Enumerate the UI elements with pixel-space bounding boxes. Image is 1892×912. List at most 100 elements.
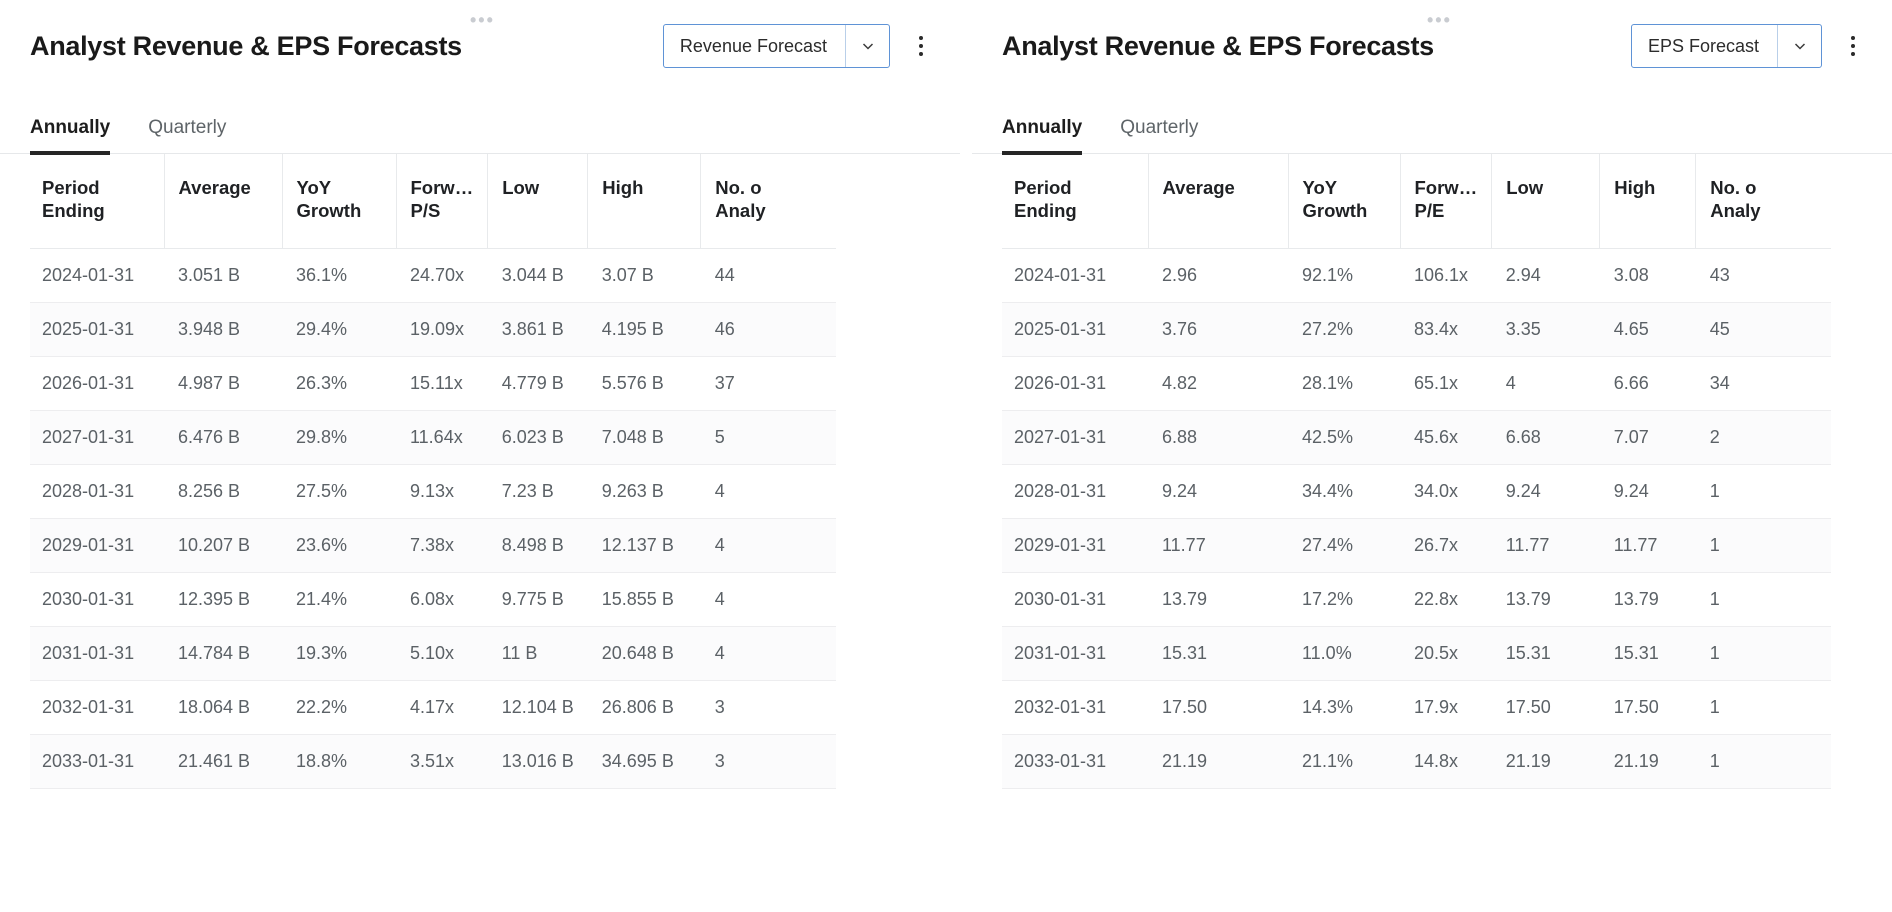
table-row[interactable]: 2027-01-31 6.88 42.5% 45.6x 6.68 7.07 2 <box>1002 410 1831 465</box>
table-row[interactable]: 2031-01-31 15.31 11.0% 20.5x 15.31 15.31 1 <box>1002 626 1831 681</box>
column-header-average[interactable]: Average <box>1147 154 1288 249</box>
cell-period-ending: 2026-01-31 <box>1002 356 1148 411</box>
column-header-low[interactable]: Low <box>487 154 588 249</box>
cell-yoy-growth: 23.6% <box>282 518 396 573</box>
cell-high: 13.79 <box>1599 572 1696 627</box>
cell-forward-multiple: 14.8x <box>1400 734 1492 789</box>
forecast-type-select[interactable]: EPS Forecast <box>1630 24 1822 68</box>
forecast-table-wrapper[interactable]: Period Ending Average YoY Growth Forw… P… <box>972 154 1892 789</box>
column-header-low[interactable]: Low <box>1491 154 1600 249</box>
forecast-type-select[interactable]: Revenue Forecast <box>662 24 890 68</box>
cell-low: 4 <box>1491 356 1600 411</box>
cell-period-ending: 2030-01-31 <box>1002 572 1148 627</box>
header-line-2: Ending <box>42 200 105 221</box>
cell-period-ending: 2032-01-31 <box>1002 680 1148 735</box>
panel-header: ••• Analyst Revenue & EPS Forecasts Reve… <box>0 0 960 92</box>
table-row[interactable]: 2028-01-31 9.24 34.4% 34.0x 9.24 9.24 1 <box>1002 464 1831 519</box>
revenue-forecast-panel: ••• Analyst Revenue & EPS Forecasts Reve… <box>0 0 960 912</box>
cell-forward-multiple: 7.38x <box>396 518 488 573</box>
column-header-period-ending[interactable]: Period Ending <box>1002 154 1148 249</box>
table-row[interactable]: 2031-01-31 14.784 B 19.3% 5.10x 11 B 20.648 B… <box>30 626 836 681</box>
tab-quarterly[interactable]: Quarterly <box>148 117 226 153</box>
cell-high: 4.195 B <box>587 302 701 357</box>
column-header-high[interactable]: High <box>1599 154 1696 249</box>
table-row[interactable]: 2029-01-31 10.207 B 23.6% 7.38x 8.498 B 12.13… <box>30 518 836 573</box>
table-row[interactable]: 2033-01-31 21.461 B 18.8% 3.51x 13.016 B 34.6… <box>30 734 836 789</box>
panel-separator <box>960 0 961 912</box>
table-row[interactable]: 2032-01-31 18.064 B 22.2% 4.17x 12.104 B 26.8… <box>30 680 836 735</box>
header-line-1: Low <box>502 177 540 198</box>
cell-yoy-growth: 29.8% <box>282 410 396 465</box>
cell-average: 2.96 <box>1148 248 1288 303</box>
table-row[interactable]: 2032-01-31 17.50 14.3% 17.9x 17.50 17.50 1 <box>1002 680 1831 735</box>
cell-average: 4.987 B <box>164 356 282 411</box>
cell-high: 5.576 B <box>587 356 701 411</box>
cell-low: 7.23 B <box>487 464 588 519</box>
cell-no-of-analysts: 4 <box>700 464 836 519</box>
cell-period-ending: 2024-01-31 <box>30 248 164 303</box>
cell-average: 12.395 B <box>164 572 282 627</box>
table-row[interactable]: 2027-01-31 6.476 B 29.8% 11.64x 6.023 B 7.048… <box>30 410 836 465</box>
chevron-down-icon[interactable] <box>845 25 889 67</box>
table-row[interactable]: 2026-01-31 4.82 28.1% 65.1x 4 6.66 34 <box>1002 356 1831 411</box>
cell-period-ending: 2025-01-31 <box>30 302 164 357</box>
table-row[interactable]: 2025-01-31 3.76 27.2% 83.4x 3.35 4.65 45 <box>1002 302 1831 357</box>
cell-no-of-analysts: 34 <box>1695 356 1831 411</box>
chevron-down-icon[interactable] <box>1777 25 1821 67</box>
cell-yoy-growth: 27.4% <box>1288 518 1400 573</box>
tab-annually[interactable]: Annually <box>1002 117 1083 155</box>
column-header-period-ending[interactable]: Period Ending <box>30 154 164 249</box>
cell-average: 8.256 B <box>164 464 282 519</box>
kebab-menu-icon[interactable] <box>902 24 940 68</box>
table-row[interactable]: 2024-01-31 3.051 B 36.1% 24.70x 3.044 B 3.07 … <box>30 248 836 303</box>
column-header-average[interactable]: Average <box>163 154 282 249</box>
eps-forecast-panel: ••• Analyst Revenue & EPS Forecasts EPS … <box>960 0 1892 912</box>
cell-yoy-growth: 27.2% <box>1288 302 1400 357</box>
table-body: 2024-01-31 2.96 92.1% 106.1x 2.94 3.08 43 2025-… <box>1002 248 1831 789</box>
forecast-table-wrapper[interactable]: Period Ending Average YoY Growth Forw… P… <box>0 154 960 789</box>
table-row[interactable]: 2030-01-31 12.395 B 21.4% 6.08x 9.775 B 15.85… <box>30 572 836 627</box>
table-row[interactable]: 2029-01-31 11.77 27.4% 26.7x 11.77 11.77 1 <box>1002 518 1831 573</box>
column-header-yoy-growth[interactable]: YoY Growth <box>281 154 396 249</box>
cell-no-of-analysts: 46 <box>700 302 836 357</box>
table-row[interactable]: 2028-01-31 8.256 B 27.5% 9.13x 7.23 B 9.263 B… <box>30 464 836 519</box>
tab-annually[interactable]: Annually <box>30 117 111 155</box>
column-header-no-of-analysts[interactable]: No. o Analy <box>700 154 836 249</box>
column-header-high[interactable]: High <box>587 154 701 249</box>
header-line-2: P/S <box>410 200 441 221</box>
table-row[interactable]: 2030-01-31 13.79 17.2% 22.8x 13.79 13.79 1 <box>1002 572 1831 627</box>
column-header-no-of-analysts[interactable]: No. o Analy <box>1695 154 1831 249</box>
drag-handle-icon[interactable]: ••• <box>1427 11 1452 29</box>
period-tabs: Annually Quarterly <box>972 92 1892 155</box>
tab-quarterly[interactable]: Quarterly <box>1120 117 1198 153</box>
cell-low: 9.24 <box>1491 464 1600 519</box>
cell-no-of-analysts: 1 <box>1695 626 1831 681</box>
table-row[interactable]: 2033-01-31 21.19 21.1% 14.8x 21.19 21.19 1 <box>1002 734 1831 789</box>
cell-high: 9.24 <box>1599 464 1696 519</box>
cell-high: 3.08 <box>1599 248 1696 303</box>
cell-yoy-growth: 11.0% <box>1288 626 1400 681</box>
cell-low: 3.861 B <box>487 302 588 357</box>
table-row[interactable]: 2026-01-31 4.987 B 26.3% 15.11x 4.779 B 5.576… <box>30 356 836 411</box>
column-header-forward-ps[interactable]: Forw… P/S <box>395 154 488 249</box>
header-line-2: Growth <box>296 200 362 221</box>
cell-low: 11.77 <box>1491 518 1600 573</box>
table-header: Period Ending Average YoY Growth Forw… P… <box>1002 154 1831 249</box>
header-line-1: No. o <box>715 177 762 198</box>
table-row[interactable]: 2025-01-31 3.948 B 29.4% 19.09x 3.861 B 4.195… <box>30 302 836 357</box>
cell-no-of-analysts: 1 <box>1695 680 1831 735</box>
cell-no-of-analysts: 43 <box>1695 248 1831 303</box>
cell-low: 12.104 B <box>487 680 588 735</box>
cell-high: 6.66 <box>1599 356 1696 411</box>
forecast-type-value: Revenue Forecast <box>679 35 827 56</box>
cell-no-of-analysts: 4 <box>700 572 836 627</box>
column-header-yoy-growth[interactable]: YoY Growth <box>1287 154 1400 249</box>
kebab-menu-icon[interactable] <box>1834 24 1872 68</box>
column-header-forward-pe[interactable]: Forw… P/E <box>1399 154 1492 249</box>
drag-handle-icon[interactable]: ••• <box>470 11 495 29</box>
header-line-2: Analy <box>715 200 766 221</box>
cell-yoy-growth: 27.5% <box>282 464 396 519</box>
cell-period-ending: 2025-01-31 <box>1002 302 1148 357</box>
cell-yoy-growth: 29.4% <box>282 302 396 357</box>
table-row[interactable]: 2024-01-31 2.96 92.1% 106.1x 2.94 3.08 43 <box>1002 248 1831 303</box>
